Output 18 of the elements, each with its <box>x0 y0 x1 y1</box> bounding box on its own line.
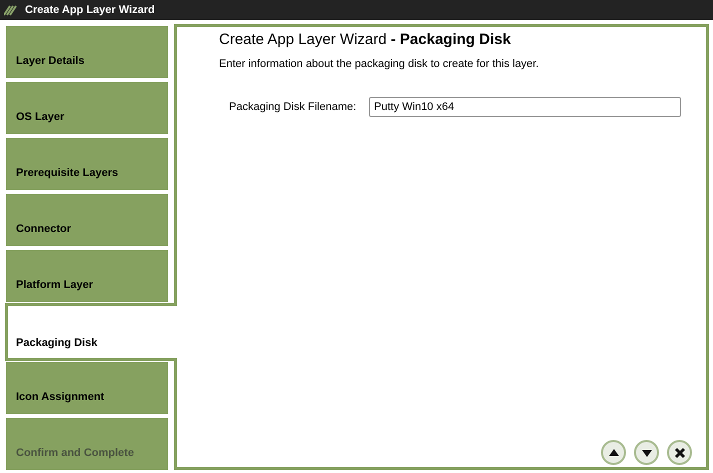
up-button[interactable] <box>601 440 626 465</box>
wizard-step-tab[interactable]: Icon Assignment <box>6 362 168 414</box>
wizard-step-tab[interactable]: Prerequisite Layers <box>6 138 168 190</box>
wizard-step-tab[interactable]: Platform Layer <box>6 250 168 302</box>
field-label: Packaging Disk Filename: <box>229 100 358 115</box>
window-title: Create App Layer Wizard <box>25 2 155 18</box>
down-button[interactable] <box>634 440 659 465</box>
up-icon <box>608 446 620 458</box>
wizard-step-tab[interactable]: Packaging Disk <box>5 303 177 361</box>
close-icon <box>674 446 686 458</box>
description: Enter information about the packaging disk to create for this layer. <box>219 56 540 72</box>
logo-icon <box>4 4 17 16</box>
wizard-step-tab[interactable]: Layer Details <box>6 26 168 78</box>
wizard-heading: Create App Layer Wizard - Packaging Disk <box>219 30 512 50</box>
wizard-step-tab[interactable]: Connector <box>6 194 168 246</box>
filename-field[interactable]: Putty Win10 x64 <box>369 97 681 117</box>
close-button[interactable] <box>667 440 692 465</box>
wizard-step-tab[interactable]: OS Layer <box>6 82 168 134</box>
